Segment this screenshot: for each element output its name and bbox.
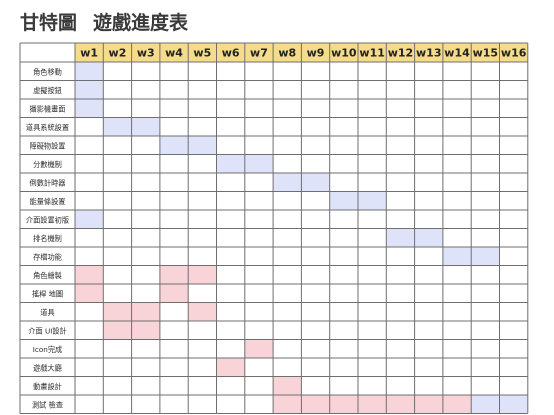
task-label: 虛擬按鈕 — [33, 86, 62, 95]
task-bar-cell — [442, 247, 472, 266]
task-bar-cell — [329, 191, 358, 210]
task-bar-cell — [103, 302, 132, 321]
task-bar-cell — [159, 284, 189, 303]
task-bar-cell — [131, 321, 160, 340]
task-label: 道具 — [40, 308, 54, 317]
task-bar-cell — [75, 62, 104, 81]
task-bar-cell — [75, 99, 104, 118]
week-header-label: w8 — [278, 47, 296, 60]
task-bar-cell — [103, 321, 132, 340]
task-bar-cell — [499, 395, 528, 414]
week-header-label: w4 — [165, 47, 183, 60]
task-bar-cell — [273, 173, 302, 192]
week-header-label: w16 — [501, 47, 527, 60]
task-label: 存檔功能 — [33, 252, 62, 261]
week-header-label: w11 — [359, 47, 384, 60]
week-header-label: w2 — [109, 47, 127, 60]
task-bar-cell — [329, 395, 358, 414]
task-bar-cell — [386, 228, 415, 247]
task-bar-cell — [273, 395, 302, 414]
task-bar-cell — [358, 191, 387, 210]
task-bar-cell — [188, 302, 217, 321]
task-bar-cell — [75, 210, 104, 229]
task-label: 角色繪製 — [33, 271, 62, 280]
task-label: 介面 UI設計 — [28, 326, 66, 335]
week-header-label: w3 — [137, 47, 155, 60]
week-header-label: w15 — [473, 47, 498, 60]
week-header-label: w14 — [444, 47, 470, 60]
task-bar-cell — [358, 395, 387, 414]
task-label: 測試 檢查 — [32, 400, 63, 409]
task-bar-cell — [273, 376, 302, 395]
task-label: 搖桿 地圖 — [32, 289, 63, 298]
task-bar-cell — [442, 395, 472, 414]
week-header-label: w10 — [331, 47, 357, 60]
task-label: 排名機制 — [33, 234, 62, 243]
task-bar-cell — [414, 228, 443, 247]
task-label: 動畫設計 — [33, 382, 62, 391]
task-bar-cell — [131, 117, 160, 136]
task-label: 能量條設置 — [30, 197, 66, 206]
task-bar-cell — [75, 265, 104, 284]
task-bar-cell — [216, 358, 245, 377]
task-label: Icon完成 — [33, 345, 62, 354]
week-header-label: w9 — [307, 47, 325, 60]
week-header-label: w1 — [80, 47, 98, 60]
week-header-label: w12 — [388, 47, 413, 60]
task-bar-cell — [188, 265, 217, 284]
task-bar-cell — [471, 247, 500, 266]
task-label: 介面設置初版 — [26, 215, 69, 224]
task-bar-cell — [244, 154, 274, 173]
task-bar-cell — [103, 117, 132, 136]
task-label: 角色移動 — [33, 67, 62, 76]
task-bar-cell — [75, 284, 104, 303]
gantt-chart: 角色移動虛擬按鈕攝影機畫面道具系統設置障礙物設置分數機制倒數計時器能量條設置介面… — [19, 42, 529, 414]
task-label: 倒數計時器 — [30, 178, 66, 187]
week-header-label: w5 — [193, 47, 211, 60]
task-bar-cell — [188, 136, 217, 155]
task-bar-cell — [386, 395, 415, 414]
task-bar-cell — [414, 395, 443, 414]
task-bar-cell — [131, 302, 160, 321]
task-label: 遊戲大廳 — [33, 363, 62, 372]
week-header-label: w7 — [250, 47, 268, 60]
task-bar-cell — [301, 395, 330, 414]
task-bar-cell — [159, 136, 189, 155]
task-label: 攝影機畫面 — [30, 104, 66, 113]
task-bar-cell — [301, 173, 330, 192]
task-bar-cell — [244, 339, 274, 358]
task-bar-cell — [159, 265, 189, 284]
task-label: 障礙物設置 — [30, 141, 66, 150]
task-label: 道具系統設置 — [26, 123, 69, 132]
task-label: 分數機制 — [33, 160, 62, 169]
task-bar-cell — [471, 395, 500, 414]
task-bar-cell — [216, 154, 245, 173]
task-bar-cell — [75, 80, 104, 99]
week-header-label: w6 — [222, 47, 240, 60]
week-header-label: w13 — [416, 47, 441, 60]
